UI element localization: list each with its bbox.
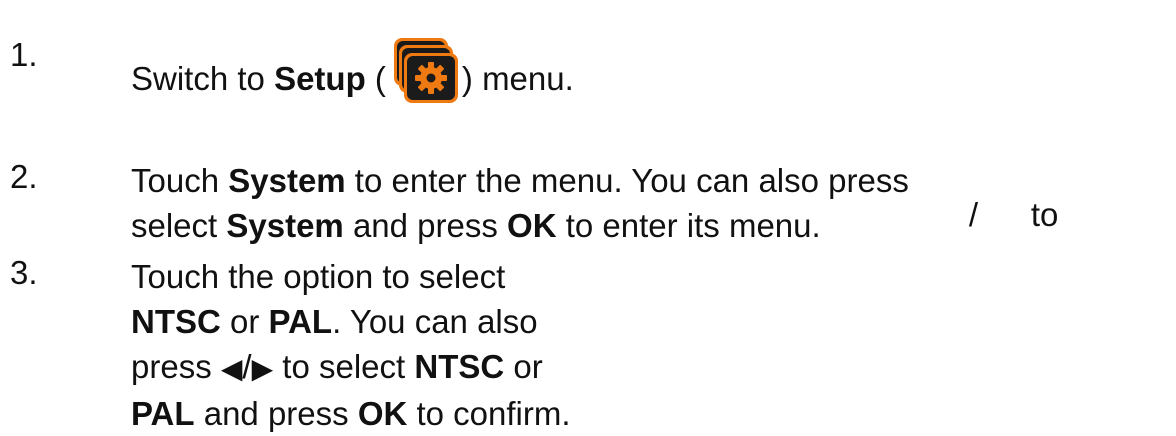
gear-setup-icon [388,36,460,106]
text-post: to enter the menu. You can also press [345,162,909,199]
step-text: Switch to Setup () menu. [131,36,574,106]
pal-label: PAL [268,303,333,340]
step-3-line-2: NTSC or PAL. You can also [131,299,571,344]
step-text: Touch the option to select NTSC or PAL. … [131,254,571,436]
step-3-line-4: PAL and press OK to confirm. [131,391,571,436]
ntsc-label: NTSC [131,303,221,340]
text-mid: and press [194,395,358,432]
slash: / [968,196,979,233]
pal-label: PAL [131,395,195,432]
text-mid: to select [273,348,415,385]
text-post: . You can also [332,303,538,340]
text-post: to enter its menu. [556,207,821,244]
step-1: 1. Switch to Setup () menu. [0,15,1176,103]
paren-close-menu: ) menu. [461,60,574,97]
step-number: 2. [10,158,38,195]
paren-open: ( [365,60,386,97]
slash: / [242,348,252,385]
step-number: 3. [10,254,38,291]
setup-label: Setup [274,60,366,97]
ntsc-label: NTSC [414,348,505,385]
step-2-line-2: select System and press OK to enter its … [131,203,1069,248]
ok-label: OK [507,207,557,244]
system-label: System [228,162,346,199]
to-word: to [1030,196,1059,233]
step-3-line-3: press ◀/▶ to select NTSC or [131,344,571,391]
text-post: or [504,348,543,385]
text-mid: or [220,303,269,340]
right-arrow-icon: ▶ [251,353,274,384]
ok-label: OK [357,395,408,432]
text-post: to confirm. [407,395,571,432]
step-3-line-1: Touch the option to select [131,258,506,295]
system-label: System [226,207,344,244]
text-pre: select [131,207,227,244]
text-pre: Touch [131,162,229,199]
step-text: Touch System to enter the menu. You can … [131,158,1069,248]
step-text-pre: Switch to [131,60,275,97]
text-pre: press [131,348,221,385]
left-arrow-icon: ◀ [220,353,243,384]
step-number: 1. [10,36,38,73]
step-2-line-1: Touch System to enter the menu. You can … [131,158,1069,233]
text-mid: and press [343,207,508,244]
